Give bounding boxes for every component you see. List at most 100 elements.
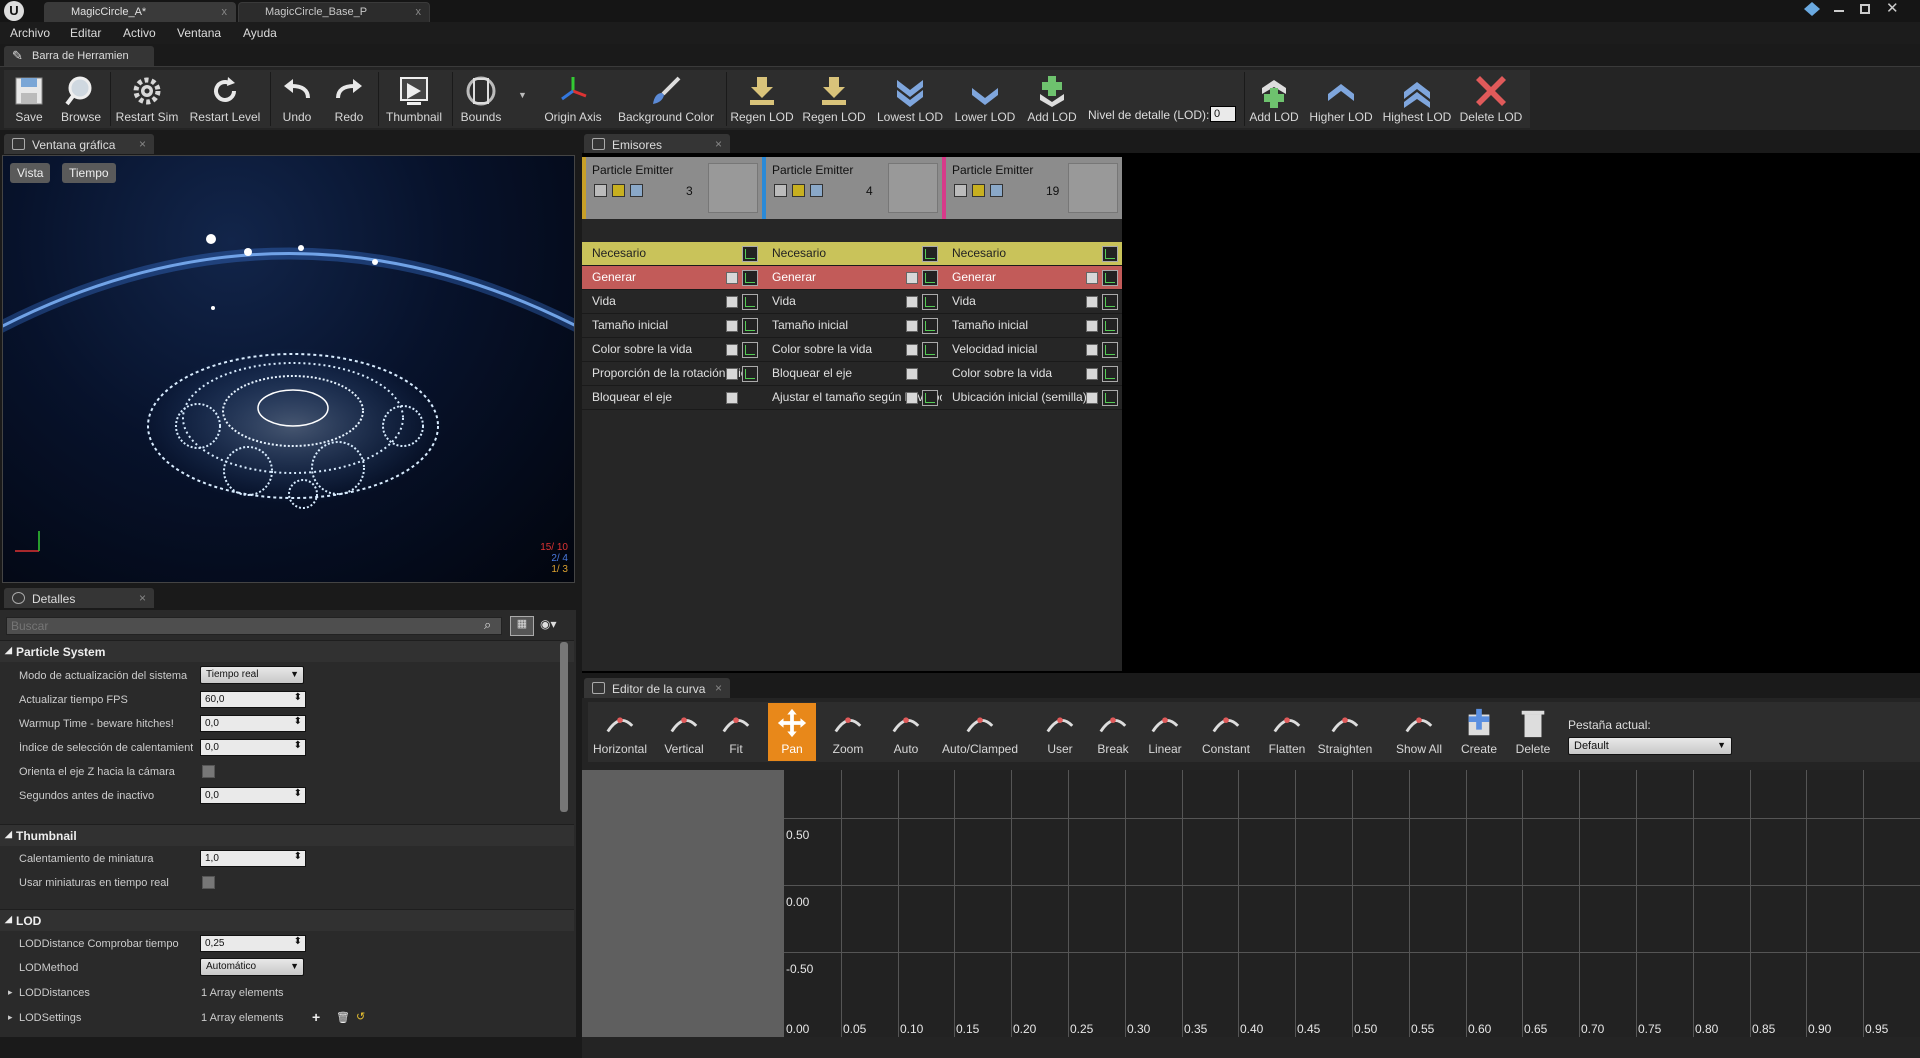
tab-viewport[interactable]: Ventana gráfica ×: [4, 134, 154, 154]
lod-check-time-field[interactable]: 0,25 ⬍: [200, 935, 306, 952]
emitter-header[interactable]: Particle Emitter 3: [582, 157, 762, 219]
curve-tool-zoom-button[interactable]: Zoom: [822, 703, 874, 761]
expand-arrow-icon[interactable]: ▸: [8, 1012, 13, 1023]
close-window-icon[interactable]: ✕: [1886, 0, 1899, 17]
curve-toggle-icon[interactable]: [1102, 294, 1118, 310]
fps-field[interactable]: 60,0 ⬍: [200, 691, 306, 708]
time-button[interactable]: Tiempo: [62, 163, 116, 183]
tab-magiccircle-base[interactable]: MagicCircle_Base_P x: [238, 2, 430, 22]
curve-tool-create-button[interactable]: Create: [1456, 703, 1502, 761]
close-icon[interactable]: ×: [139, 591, 146, 605]
details-scrollbar[interactable]: [560, 642, 568, 812]
solo-icon[interactable]: [792, 184, 805, 197]
enable-checkbox[interactable]: [594, 184, 607, 197]
save-button[interactable]: Save: [8, 70, 50, 128]
module-enable-checkbox[interactable]: [726, 368, 738, 380]
spinner-icon[interactable]: ⬍: [294, 788, 302, 799]
curve-toggle-icon[interactable]: [922, 318, 938, 334]
module-row[interactable]: Generar: [942, 266, 1122, 290]
s-icon[interactable]: [630, 184, 643, 197]
realtime-thumbnail-checkbox[interactable]: [202, 876, 215, 889]
close-icon[interactable]: ×: [715, 137, 722, 151]
module-enable-checkbox[interactable]: [1086, 320, 1098, 332]
spinner-icon[interactable]: ⬍: [294, 692, 302, 703]
inactive-seconds-field[interactable]: 0,0 ⬍: [200, 787, 306, 804]
tab-details[interactable]: Detalles ×: [4, 588, 154, 608]
module-enable-checkbox[interactable]: [906, 296, 918, 308]
grid-view-icon[interactable]: ▦: [510, 616, 534, 636]
search-input[interactable]: [6, 617, 502, 635]
curve-toggle-icon[interactable]: [1102, 318, 1118, 334]
tab-emitters[interactable]: Emisores ×: [584, 134, 730, 154]
module-enable-checkbox[interactable]: [906, 392, 918, 404]
lowest-lod-button[interactable]: Lowest LOD: [874, 70, 946, 128]
add-lod-button-2[interactable]: Add LOD: [1246, 70, 1302, 128]
module-row[interactable]: Proporción de la rotación inicial: [582, 362, 762, 386]
module-row[interactable]: Vida: [942, 290, 1122, 314]
warmup-field[interactable]: 0,0 ⬍: [200, 715, 306, 732]
module-row[interactable]: Velocidad inicial: [942, 338, 1122, 362]
close-icon[interactable]: ×: [139, 137, 146, 151]
bounds-button[interactable]: Bounds: [456, 70, 506, 128]
spinner-icon[interactable]: ⬍: [294, 716, 302, 727]
thumbnail-warmup-field[interactable]: 1,0 ⬍: [200, 850, 306, 867]
curve-tool-vertical-button[interactable]: Vertical: [656, 703, 712, 761]
curve-toggle-icon[interactable]: [922, 270, 938, 286]
restart-sim-button[interactable]: Restart Sim: [114, 70, 180, 128]
curve-tool-flatten-button[interactable]: Flatten: [1264, 703, 1310, 761]
module-row[interactable]: Color sobre la vida: [582, 338, 762, 362]
curve-toggle-icon[interactable]: [922, 390, 938, 406]
solo-icon[interactable]: [972, 184, 985, 197]
spinner-icon[interactable]: ⬍: [294, 936, 302, 947]
category-lod[interactable]: ◢ LOD: [0, 909, 574, 931]
viewport[interactable]: [2, 155, 575, 583]
module-enable-checkbox[interactable]: [726, 272, 738, 284]
module-row[interactable]: Bloquear el eje: [762, 362, 942, 386]
module-row[interactable]: Tamaño inicial: [762, 314, 942, 338]
curve-tool-constant-button[interactable]: Constant: [1196, 703, 1256, 761]
search-icon[interactable]: ⌕: [484, 617, 500, 633]
expand-arrow-icon[interactable]: ▸: [8, 987, 13, 998]
menu-archivo[interactable]: Archivo: [10, 26, 50, 40]
background-color-button[interactable]: Background Color: [612, 70, 720, 128]
curve-graph[interactable]: 0.00 0.05 0.10 0.15 0.20 0.25 0.30 0.35 0.40 0.45…: [784, 770, 1920, 1037]
module-enable-checkbox[interactable]: [906, 320, 918, 332]
module-row[interactable]: Necesario: [942, 242, 1122, 266]
bounds-dropdown-arrow-icon[interactable]: ▼: [518, 90, 527, 100]
category-particle-system[interactable]: ◢ Particle System: [0, 640, 574, 662]
module-row[interactable]: Ajustar el tamaño según la velocidad: [762, 386, 942, 410]
thumbnail-button[interactable]: Thumbnail: [382, 70, 446, 128]
current-tab-dropdown[interactable]: Default ▼: [1568, 737, 1732, 755]
curve-toggle-icon[interactable]: [742, 318, 758, 334]
curve-tool-show-all-button[interactable]: Show All: [1392, 703, 1446, 761]
curve-toggle-icon[interactable]: [1102, 390, 1118, 406]
add-element-icon[interactable]: +: [312, 1009, 320, 1025]
module-enable-checkbox[interactable]: [1086, 344, 1098, 356]
module-enable-checkbox[interactable]: [906, 272, 918, 284]
emitter-column[interactable]: Particle Emitter 3 Necesario Generar Vida Tam…: [582, 157, 762, 671]
curve-tool-break-button[interactable]: Break: [1090, 703, 1136, 761]
curve-toggle-icon[interactable]: [742, 294, 758, 310]
category-thumbnail[interactable]: ◢ Thumbnail: [0, 824, 574, 846]
undo-button[interactable]: Undo: [276, 70, 318, 128]
origin-axis-button[interactable]: Origin Axis: [540, 70, 606, 128]
emitter-header[interactable]: Particle Emitter 19: [942, 157, 1122, 219]
module-enable-checkbox[interactable]: [1086, 272, 1098, 284]
menu-editar[interactable]: Editar: [70, 26, 101, 40]
module-enable-checkbox[interactable]: [726, 320, 738, 332]
warm-selection-field[interactable]: 0,0 ⬍: [200, 739, 306, 756]
spinner-icon[interactable]: ⬍: [294, 851, 302, 862]
enable-checkbox[interactable]: [774, 184, 787, 197]
curve-toggle-icon[interactable]: [1102, 270, 1118, 286]
module-enable-checkbox[interactable]: [726, 392, 738, 404]
module-enable-checkbox[interactable]: [906, 344, 918, 356]
minimize-icon[interactable]: [1834, 10, 1844, 12]
module-row[interactable]: Vida: [582, 290, 762, 314]
curve-toggle-icon[interactable]: [742, 270, 758, 286]
update-mode-dropdown[interactable]: Tiempo real ▼: [200, 666, 304, 684]
tab-magiccircle-a[interactable]: MagicCircle_A* x: [44, 2, 236, 22]
eye-icon[interactable]: ◉▾: [540, 617, 557, 631]
trash-icon[interactable]: 🗑: [336, 1011, 350, 1024]
curve-tool-straighten-button[interactable]: Straighten: [1314, 703, 1376, 761]
close-icon[interactable]: ×: [715, 681, 722, 695]
